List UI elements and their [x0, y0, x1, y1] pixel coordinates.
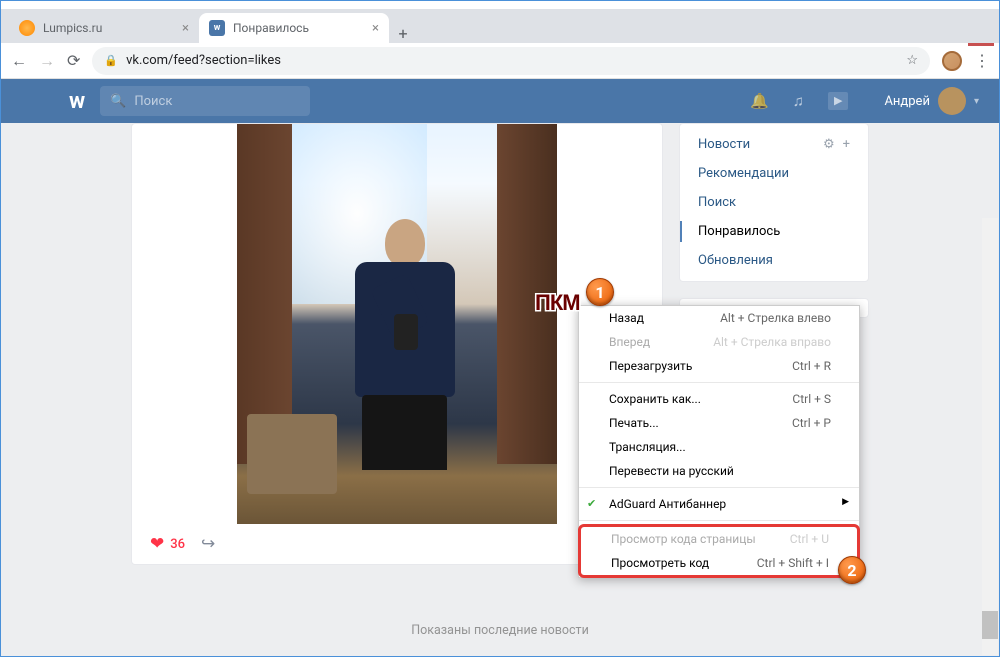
check-icon: ✔: [587, 497, 596, 510]
ctx-shortcut: Ctrl + R: [792, 359, 831, 373]
music-icon[interactable]: ♫: [793, 92, 804, 110]
browser-toolbar: ← → ⟳ 🔒 vk.com/feed?section=likes ☆ ⋮: [1, 43, 999, 79]
vk-header: w 🔍 Поиск 🔔 ♫ ▶ Андрей ▾: [1, 79, 999, 123]
favicon-icon: w: [209, 20, 225, 36]
address-bar[interactable]: 🔒 vk.com/feed?section=likes ☆: [92, 47, 930, 75]
search-placeholder: Поиск: [134, 94, 172, 109]
ctx-adguard[interactable]: ✔ AdGuard Антибаннер ▶: [579, 492, 859, 516]
like-button[interactable]: ❤ 36: [150, 534, 185, 554]
video-icon[interactable]: ▶: [828, 92, 848, 110]
filter-icon[interactable]: ⚙: [823, 137, 835, 152]
search-icon: 🔍: [110, 94, 126, 109]
bookmark-star-icon[interactable]: ☆: [906, 53, 918, 68]
new-tab-button[interactable]: +: [389, 24, 417, 43]
back-button[interactable]: ←: [11, 51, 27, 71]
sidebar-item-news[interactable]: Новости ⚙ +: [680, 130, 868, 159]
post-image[interactable]: [237, 124, 557, 524]
ctx-separator: [579, 382, 859, 383]
annotation-badge-1: 1: [586, 278, 614, 306]
sidebar-item-label: Понравилось: [698, 224, 780, 239]
ctx-inspect[interactable]: Просмотреть код Ctrl + Shift + I: [581, 551, 857, 575]
notifications-icon[interactable]: 🔔: [750, 92, 769, 110]
extension-icon[interactable]: [942, 51, 962, 71]
image-region: [352, 219, 457, 464]
ctx-label: Назад: [609, 311, 644, 325]
highlight-box: Просмотр кода страницы Ctrl + U Просмотре…: [578, 524, 860, 578]
sidebar-item-label: Поиск: [698, 195, 736, 210]
feed-footer-text: Показаны последние новости: [1, 623, 999, 638]
reload-button[interactable]: ⟳: [67, 51, 80, 70]
ctx-label: Печать...: [609, 416, 659, 430]
ctx-label: Перевести на русский: [609, 464, 734, 478]
titlebar: [1, 1, 999, 9]
ctx-shortcut: Alt + Стрелка вправо: [713, 335, 831, 349]
context-menu: Назад Alt + Стрелка влево Вперед Alt + Стр…: [578, 305, 860, 578]
ctx-translate[interactable]: Перевести на русский: [579, 459, 859, 483]
ctx-shortcut: Ctrl + U: [790, 532, 829, 546]
chevron-down-icon: ▾: [974, 96, 979, 107]
url-text: vk.com/feed?section=likes: [126, 53, 281, 68]
ctx-shortcut: Alt + Стрелка влево: [720, 311, 831, 325]
ctx-label: Просмотреть код: [611, 556, 709, 570]
sidebar-item-search[interactable]: Поиск: [680, 188, 868, 217]
sidebar-item-label: Рекомендации: [698, 166, 789, 181]
ctx-reload[interactable]: Перезагрузить Ctrl + R: [579, 354, 859, 378]
search-input[interactable]: 🔍 Поиск: [100, 86, 310, 116]
like-count: 36: [170, 537, 185, 552]
share-button[interactable]: ↪: [201, 534, 215, 554]
tab-strip: Lumpics.ru × w Понравилось × +: [1, 9, 999, 43]
scrollbar-thumb[interactable]: [982, 611, 998, 639]
ctx-separator: [579, 487, 859, 488]
ctx-forward[interactable]: Вперед Alt + Стрелка вправо: [579, 330, 859, 354]
tab-close-icon[interactable]: ×: [372, 21, 379, 36]
avatar: [938, 87, 966, 115]
ctx-separator: [579, 520, 859, 521]
tab-vk-likes[interactable]: w Понравилось ×: [199, 13, 389, 43]
sidebar-item-label: Новости: [698, 137, 750, 152]
user-name: Андрей: [884, 94, 930, 109]
forward-button[interactable]: →: [39, 51, 55, 71]
ctx-label: Просмотр кода страницы: [611, 532, 756, 546]
ctx-shortcut: Ctrl + P: [792, 416, 831, 430]
header-icons: 🔔 ♫ ▶: [750, 92, 848, 110]
sidebar-item-label: Обновления: [698, 253, 773, 268]
tab-lumpics[interactable]: Lumpics.ru ×: [9, 13, 199, 43]
tab-title: Lumpics.ru: [43, 21, 102, 35]
ctx-label: Трансляция...: [609, 440, 686, 454]
ctx-label: Сохранить как...: [609, 392, 701, 406]
image-region: [237, 124, 292, 464]
ctx-print[interactable]: Печать... Ctrl + P: [579, 411, 859, 435]
tab-title: Понравилось: [233, 21, 309, 35]
browser-menu-icon[interactable]: ⋮: [974, 51, 989, 70]
ctx-cast[interactable]: Трансляция...: [579, 435, 859, 459]
scrollbar[interactable]: [982, 218, 998, 655]
sidebar-nav-card: Новости ⚙ + Рекомендации Поиск Понравило…: [679, 123, 869, 282]
sidebar-item-likes[interactable]: Понравилось: [680, 217, 868, 246]
vk-logo[interactable]: w: [69, 89, 84, 114]
lock-icon: 🔒: [104, 54, 118, 67]
sidebar-item-recs[interactable]: Рекомендации: [680, 159, 868, 188]
heart-icon: ❤: [150, 534, 164, 554]
annotation-pkm: ПКМ: [535, 290, 580, 316]
ctx-viewsource[interactable]: Просмотр кода страницы Ctrl + U: [581, 527, 857, 551]
image-region: [247, 414, 337, 494]
favicon-icon: [19, 20, 35, 36]
ctx-label: Перезагрузить: [609, 359, 692, 373]
tab-close-icon[interactable]: ×: [182, 21, 189, 36]
sidebar-item-updates[interactable]: Обновления: [680, 246, 868, 275]
ctx-back[interactable]: Назад Alt + Стрелка влево: [579, 306, 859, 330]
plus-icon[interactable]: +: [843, 137, 850, 152]
ctx-saveas[interactable]: Сохранить как... Ctrl + S: [579, 387, 859, 411]
user-menu[interactable]: Андрей ▾: [884, 87, 979, 115]
ctx-shortcut: Ctrl + S: [792, 392, 831, 406]
annotation-badge-2: 2: [838, 556, 866, 584]
ctx-label: Вперед: [609, 335, 650, 349]
ctx-shortcut: Ctrl + Shift + I: [757, 556, 829, 570]
submenu-arrow-icon: ▶: [842, 497, 849, 507]
ctx-label: AdGuard Антибаннер: [609, 497, 726, 511]
